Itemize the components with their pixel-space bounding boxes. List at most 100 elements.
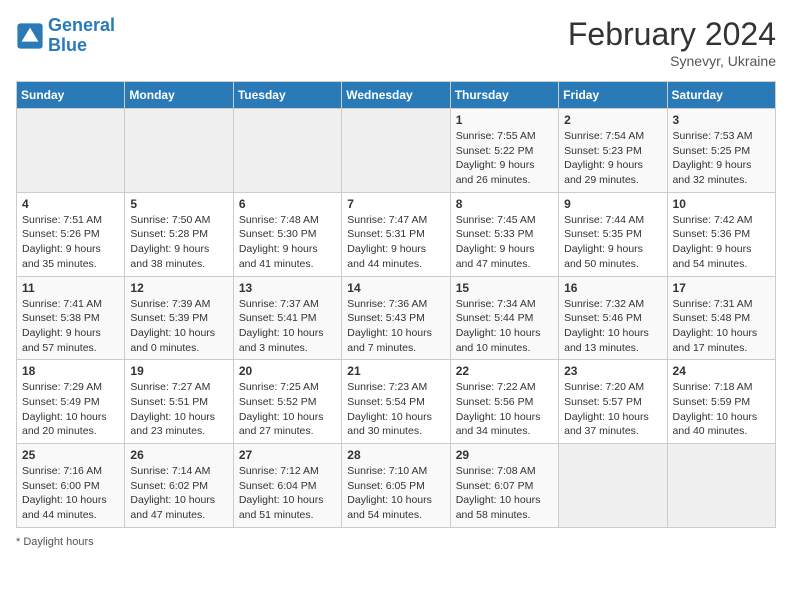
calendar-week-5: 25 Sunrise: 7:16 AM Sunset: 6:00 PM Dayli… — [17, 444, 776, 528]
day-info: Sunrise: 7:27 AM Sunset: 5:51 PM Dayligh… — [130, 380, 227, 439]
calendar-week-4: 18 Sunrise: 7:29 AM Sunset: 5:49 PM Dayli… — [17, 360, 776, 444]
day-info: Sunrise: 7:18 AM Sunset: 5:59 PM Dayligh… — [673, 380, 770, 439]
day-number: 25 — [22, 448, 119, 462]
day-number: 17 — [673, 281, 770, 295]
day-info: Sunrise: 7:29 AM Sunset: 5:49 PM Dayligh… — [22, 380, 119, 439]
footer-note: * Daylight hours — [16, 536, 776, 548]
day-number: 13 — [239, 281, 336, 295]
footer-note-text: Daylight hours — [23, 536, 93, 548]
calendar-cell: 7 Sunrise: 7:47 AM Sunset: 5:31 PM Daylig… — [342, 192, 450, 276]
day-number: 26 — [130, 448, 227, 462]
calendar-week-1: 1Sunrise: 7:55 AM Sunset: 5:22 PM Daylig… — [17, 109, 776, 193]
day-info: Sunrise: 7:12 AM Sunset: 6:04 PM Dayligh… — [239, 464, 336, 523]
day-info: Sunrise: 7:53 AM Sunset: 5:25 PM Dayligh… — [673, 129, 770, 188]
calendar-cell — [342, 109, 450, 193]
calendar-cell: 11 Sunrise: 7:41 AM Sunset: 5:38 PM Dayli… — [17, 276, 125, 360]
day-info: Sunrise: 7:42 AM Sunset: 5:36 PM Dayligh… — [673, 213, 770, 272]
calendar-cell: 2 Sunrise: 7:54 AM Sunset: 5:23 PM Daylig… — [559, 109, 667, 193]
calendar-cell: 13 Sunrise: 7:37 AM Sunset: 5:41 PM Dayli… — [233, 276, 341, 360]
calendar-cell: 23 Sunrise: 7:20 AM Sunset: 5:57 PM Dayli… — [559, 360, 667, 444]
calendar-cell — [667, 444, 775, 528]
day-number: 24 — [673, 364, 770, 378]
day-number: 29 — [456, 448, 553, 462]
logo-line1: General — [48, 15, 115, 35]
day-header-saturday: Saturday — [667, 82, 775, 109]
day-header-wednesday: Wednesday — [342, 82, 450, 109]
day-info: Sunrise: 7:16 AM Sunset: 6:00 PM Dayligh… — [22, 464, 119, 523]
day-info: Sunrise: 7:50 AM Sunset: 5:28 PM Dayligh… — [130, 213, 227, 272]
day-info: Sunrise: 7:25 AM Sunset: 5:52 PM Dayligh… — [239, 380, 336, 439]
page-header: General Blue February 2024 Synevyr, Ukra… — [16, 16, 776, 69]
day-number: 6 — [239, 197, 336, 211]
calendar-body: 1Sunrise: 7:55 AM Sunset: 5:22 PM Daylig… — [17, 109, 776, 528]
calendar-cell: 4 Sunrise: 7:51 AM Sunset: 5:26 PM Daylig… — [17, 192, 125, 276]
day-number: 18 — [22, 364, 119, 378]
calendar-cell — [17, 109, 125, 193]
day-number: 4 — [22, 197, 119, 211]
calendar-week-3: 11 Sunrise: 7:41 AM Sunset: 5:38 PM Dayli… — [17, 276, 776, 360]
calendar-cell: 25 Sunrise: 7:16 AM Sunset: 6:00 PM Dayli… — [17, 444, 125, 528]
month-title: February 2024 — [568, 16, 776, 53]
calendar-cell: 3 Sunrise: 7:53 AM Sunset: 5:25 PM Daylig… — [667, 109, 775, 193]
logo-line2: Blue — [48, 35, 87, 55]
calendar-cell: 21Sunrise: 7:23 AM Sunset: 5:54 PM Dayli… — [342, 360, 450, 444]
location-subtitle: Synevyr, Ukraine — [568, 53, 776, 69]
day-number: 11 — [22, 281, 119, 295]
day-info: Sunrise: 7:48 AM Sunset: 5:30 PM Dayligh… — [239, 213, 336, 272]
day-number: 9 — [564, 197, 661, 211]
calendar-cell: 16Sunrise: 7:32 AM Sunset: 5:46 PM Dayli… — [559, 276, 667, 360]
day-headers-row: SundayMondayTuesdayWednesdayThursdayFrid… — [17, 82, 776, 109]
day-number: 3 — [673, 113, 770, 127]
calendar-cell: 8 Sunrise: 7:45 AM Sunset: 5:33 PM Daylig… — [450, 192, 558, 276]
calendar-header: SundayMondayTuesdayWednesdayThursdayFrid… — [17, 82, 776, 109]
calendar-cell: 6 Sunrise: 7:48 AM Sunset: 5:30 PM Daylig… — [233, 192, 341, 276]
day-header-friday: Friday — [559, 82, 667, 109]
day-info: Sunrise: 7:22 AM Sunset: 5:56 PM Dayligh… — [456, 380, 553, 439]
day-number: 7 — [347, 197, 444, 211]
day-header-thursday: Thursday — [450, 82, 558, 109]
day-info: Sunrise: 7:47 AM Sunset: 5:31 PM Dayligh… — [347, 213, 444, 272]
day-info: Sunrise: 7:55 AM Sunset: 5:22 PM Dayligh… — [456, 129, 553, 188]
calendar-cell: 22 Sunrise: 7:22 AM Sunset: 5:56 PM Dayli… — [450, 360, 558, 444]
day-number: 2 — [564, 113, 661, 127]
logo-text: General Blue — [48, 16, 115, 56]
day-info: Sunrise: 7:10 AM Sunset: 6:05 PM Dayligh… — [347, 464, 444, 523]
calendar-cell: 14Sunrise: 7:36 AM Sunset: 5:43 PM Dayli… — [342, 276, 450, 360]
logo-icon — [16, 22, 44, 50]
day-number: 16 — [564, 281, 661, 295]
day-number: 19 — [130, 364, 227, 378]
day-header-tuesday: Tuesday — [233, 82, 341, 109]
calendar-cell: 1Sunrise: 7:55 AM Sunset: 5:22 PM Daylig… — [450, 109, 558, 193]
day-info: Sunrise: 7:44 AM Sunset: 5:35 PM Dayligh… — [564, 213, 661, 272]
day-number: 12 — [130, 281, 227, 295]
day-info: Sunrise: 7:37 AM Sunset: 5:41 PM Dayligh… — [239, 297, 336, 356]
day-info: Sunrise: 7:34 AM Sunset: 5:44 PM Dayligh… — [456, 297, 553, 356]
day-info: Sunrise: 7:31 AM Sunset: 5:48 PM Dayligh… — [673, 297, 770, 356]
day-info: Sunrise: 7:08 AM Sunset: 6:07 PM Dayligh… — [456, 464, 553, 523]
day-number: 23 — [564, 364, 661, 378]
calendar-week-2: 4 Sunrise: 7:51 AM Sunset: 5:26 PM Daylig… — [17, 192, 776, 276]
day-info: Sunrise: 7:23 AM Sunset: 5:54 PM Dayligh… — [347, 380, 444, 439]
calendar-cell — [125, 109, 233, 193]
calendar-cell: 17 Sunrise: 7:31 AM Sunset: 5:48 PM Dayli… — [667, 276, 775, 360]
calendar-cell: 5Sunrise: 7:50 AM Sunset: 5:28 PM Daylig… — [125, 192, 233, 276]
calendar-cell — [559, 444, 667, 528]
day-info: Sunrise: 7:45 AM Sunset: 5:33 PM Dayligh… — [456, 213, 553, 272]
calendar-cell: 9 Sunrise: 7:44 AM Sunset: 5:35 PM Daylig… — [559, 192, 667, 276]
day-info: Sunrise: 7:41 AM Sunset: 5:38 PM Dayligh… — [22, 297, 119, 356]
day-number: 22 — [456, 364, 553, 378]
day-header-monday: Monday — [125, 82, 233, 109]
day-info: Sunrise: 7:20 AM Sunset: 5:57 PM Dayligh… — [564, 380, 661, 439]
day-info: Sunrise: 7:51 AM Sunset: 5:26 PM Dayligh… — [22, 213, 119, 272]
calendar-cell: 20Sunrise: 7:25 AM Sunset: 5:52 PM Dayli… — [233, 360, 341, 444]
calendar-cell: 28Sunrise: 7:10 AM Sunset: 6:05 PM Dayli… — [342, 444, 450, 528]
calendar-cell: 12Sunrise: 7:39 AM Sunset: 5:39 PM Dayli… — [125, 276, 233, 360]
day-info: Sunrise: 7:54 AM Sunset: 5:23 PM Dayligh… — [564, 129, 661, 188]
day-number: 8 — [456, 197, 553, 211]
logo: General Blue — [16, 16, 115, 56]
calendar-cell — [233, 109, 341, 193]
title-block: February 2024 Synevyr, Ukraine — [568, 16, 776, 69]
calendar-cell: 15Sunrise: 7:34 AM Sunset: 5:44 PM Dayli… — [450, 276, 558, 360]
day-header-sunday: Sunday — [17, 82, 125, 109]
calendar-cell: 18 Sunrise: 7:29 AM Sunset: 5:49 PM Dayli… — [17, 360, 125, 444]
